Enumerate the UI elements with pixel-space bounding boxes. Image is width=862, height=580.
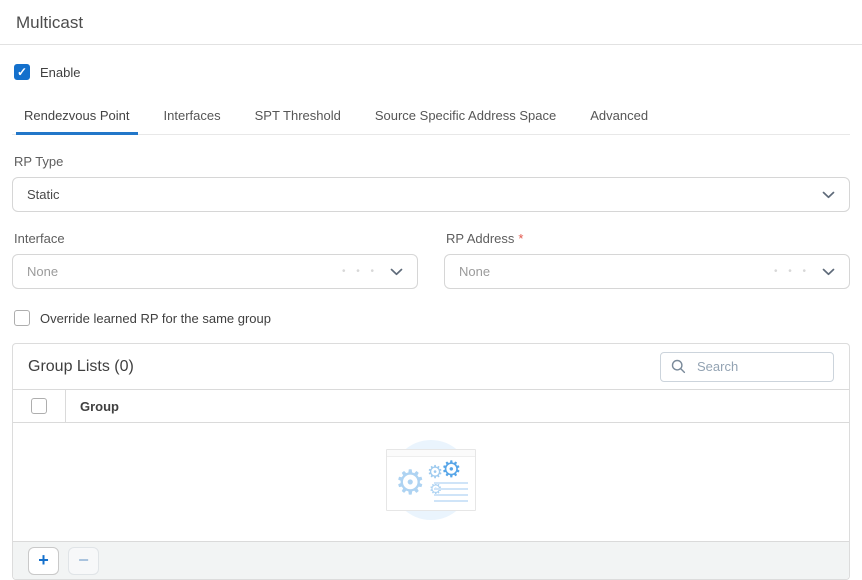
rp-address-select[interactable]: None • • • [444, 254, 850, 289]
empty-state-card: ⚙ ⚙ ⚙ ⚙ [386, 449, 476, 511]
rp-type-label: RP Type [14, 154, 848, 169]
tab-interfaces[interactable]: Interfaces [156, 102, 229, 135]
interface-label: Interface [14, 231, 416, 246]
search-input[interactable] [695, 358, 823, 375]
interface-select[interactable]: None • • • [12, 254, 418, 289]
select-all-checkbox[interactable] [31, 398, 47, 414]
empty-state-card-titlebar [387, 450, 475, 457]
tab-spt-threshold[interactable]: SPT Threshold [247, 102, 349, 135]
required-asterisk: * [518, 231, 523, 246]
search-box [660, 352, 834, 382]
empty-state-text-lines [434, 478, 468, 502]
group-table-body: ⚙ ⚙ ⚙ ⚙ [13, 423, 849, 541]
chevron-down-icon [822, 268, 835, 276]
empty-state-illustration: ⚙ ⚙ ⚙ ⚙ [386, 437, 476, 527]
checkmark-icon: ✓ [17, 66, 27, 78]
rp-type-select[interactable]: Static [12, 177, 850, 212]
interface-field: Interface None • • • [12, 212, 418, 289]
tab-rendezvous-point[interactable]: Rendezvous Point [16, 102, 138, 135]
group-table-header: Group [13, 389, 849, 423]
group-lists-title: Group Lists (0) [28, 358, 134, 376]
select-all-cell [13, 390, 66, 422]
override-row: Override learned RP for the same group [14, 310, 850, 326]
rp-address-field: RP Address * None • • • [444, 212, 850, 289]
rp-type-value: Static [27, 187, 822, 202]
interface-rp-address-row: Interface None • • • RP Address * None • … [12, 212, 850, 289]
gear-icon: ⚙ [395, 466, 425, 500]
chevron-down-icon [390, 268, 403, 276]
enable-row: ✓ Enable [14, 64, 850, 80]
override-label: Override learned RP for the same group [40, 311, 271, 326]
rp-address-value: None [459, 264, 774, 279]
group-lists-panel: Group Lists (0) Group ⚙ ⚙ ⚙ [12, 343, 850, 580]
tab-advanced[interactable]: Advanced [582, 102, 656, 135]
page-title: Multicast [0, 0, 862, 44]
tab-bar: Rendezvous Point Interfaces SPT Threshol… [12, 102, 850, 135]
ellipsis-icon: • • • [774, 266, 810, 277]
group-lists-header: Group Lists (0) [13, 344, 849, 389]
chevron-down-icon [822, 191, 835, 199]
add-group-button[interactable]: + [28, 547, 59, 575]
override-checkbox[interactable] [14, 310, 30, 326]
title-divider [0, 44, 862, 45]
ellipsis-icon: • • • [342, 266, 378, 277]
enable-checkbox[interactable]: ✓ [14, 64, 30, 80]
rp-address-label-text: RP Address [446, 231, 514, 246]
interface-value: None [27, 264, 342, 279]
search-icon [671, 359, 686, 374]
group-column-header: Group [66, 390, 119, 422]
remove-group-button[interactable]: − [68, 547, 99, 575]
tab-source-specific-address-space[interactable]: Source Specific Address Space [367, 102, 564, 135]
group-table-footer: + − [13, 541, 849, 579]
rp-address-label: RP Address * [446, 231, 848, 246]
enable-label: Enable [40, 65, 80, 80]
multicast-settings-content: ✓ Enable Rendezvous Point Interfaces SPT… [0, 64, 862, 580]
